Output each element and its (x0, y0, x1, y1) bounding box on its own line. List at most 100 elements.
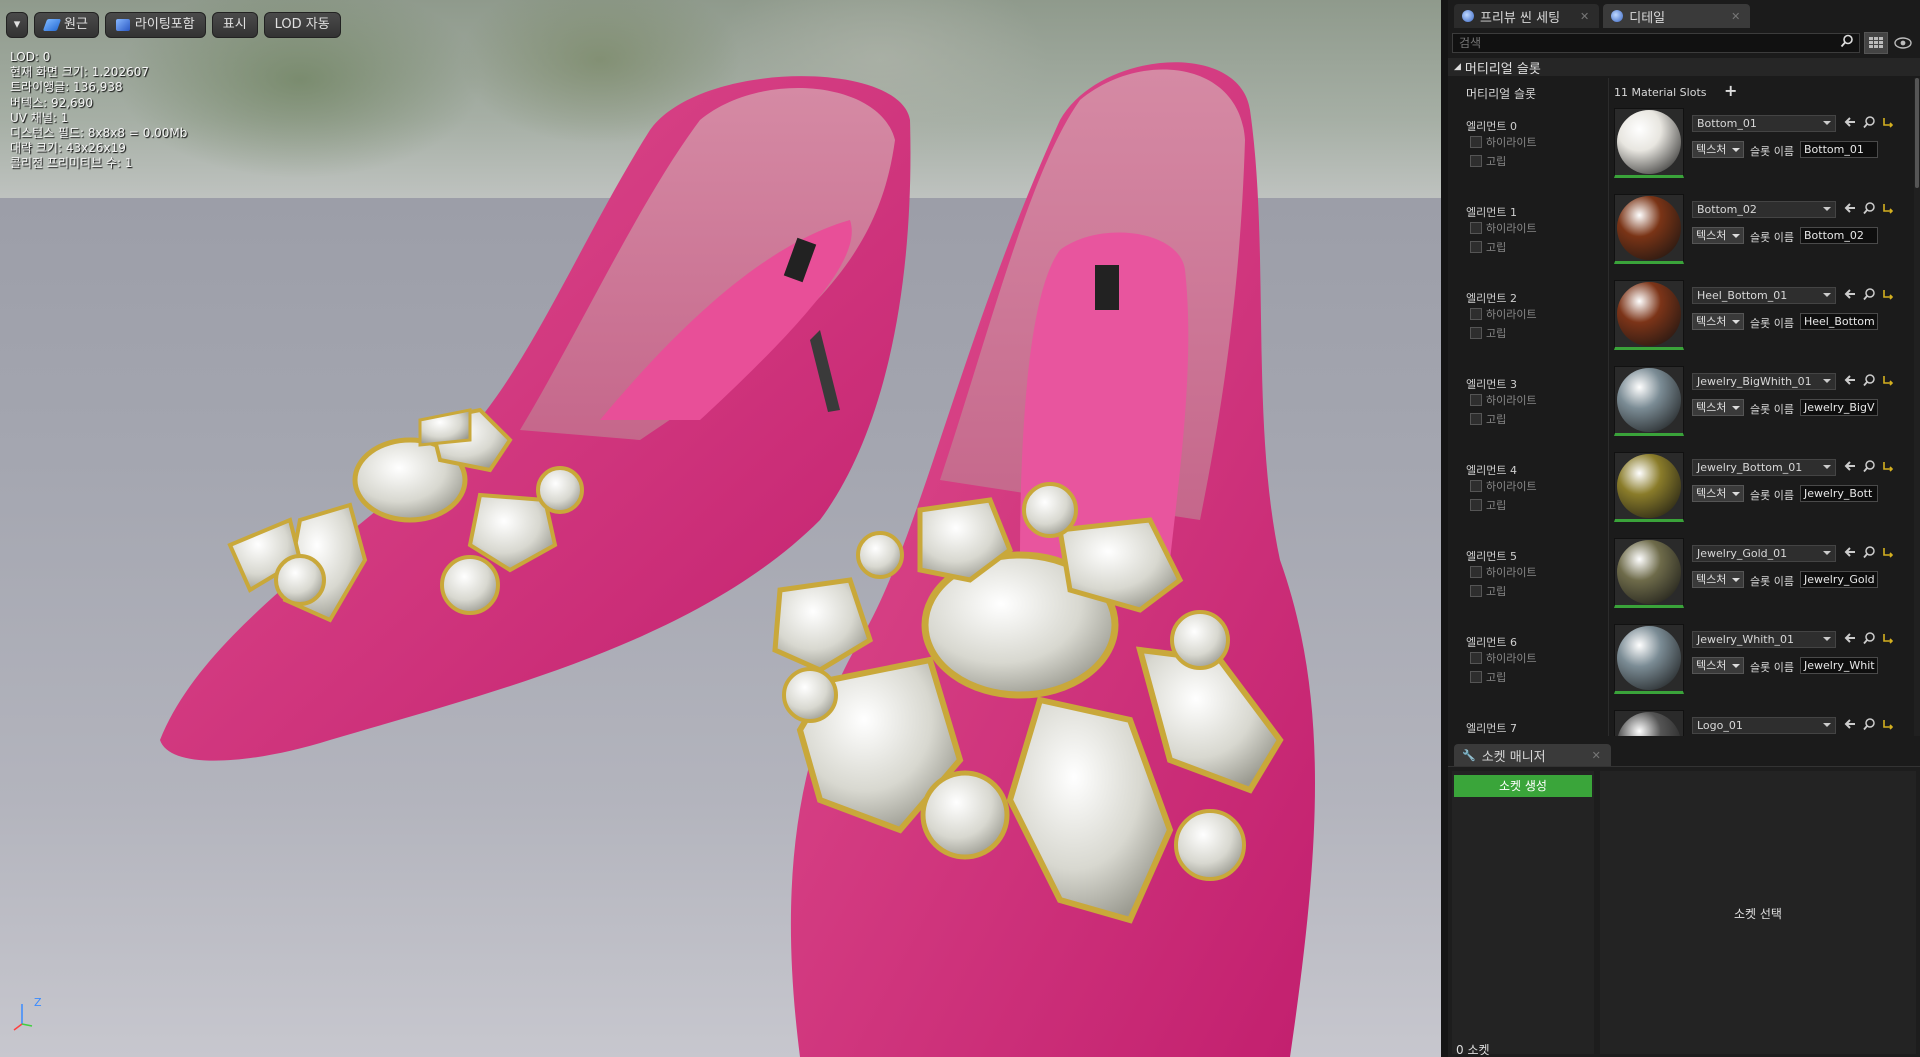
isolate-checkbox[interactable] (1470, 499, 1482, 511)
use-selected-icon[interactable] (1843, 545, 1857, 559)
highlight-checkbox[interactable] (1470, 222, 1482, 234)
material-thumbnail[interactable] (1614, 366, 1684, 436)
material-thumbnail[interactable] (1614, 624, 1684, 694)
reset-icon[interactable] (1881, 631, 1895, 645)
material-dropdown[interactable]: Jewelry_Whith_01 (1692, 631, 1836, 648)
add-slot-icon[interactable]: + (1724, 81, 1737, 100)
isolate-option: 고립 (1470, 411, 1506, 427)
tab-socket-manager[interactable]: 🔧 소켓 매니저 ✕ (1454, 744, 1611, 766)
material-slots-section-header[interactable]: ◢ 머티리얼 슬롯 (1448, 58, 1920, 77)
use-selected-icon[interactable] (1843, 717, 1857, 731)
material-dropdown[interactable]: Heel_Bottom_01 (1692, 287, 1836, 304)
material-thumbnail[interactable] (1614, 108, 1684, 178)
slot-name-field[interactable]: Jewelry_BigV (1800, 399, 1878, 416)
show-button[interactable]: 표시 (211, 12, 258, 38)
material-thumbnail[interactable] (1614, 538, 1684, 608)
slot-name-field[interactable]: Jewelry_Bott (1800, 485, 1878, 502)
use-selected-icon[interactable] (1843, 115, 1857, 129)
viewport-menu-button[interactable]: ▾ (6, 12, 28, 38)
element-name: 엘리먼트 5 (1466, 550, 1517, 563)
slot-name-field[interactable]: Bottom_02 (1800, 227, 1878, 244)
highlight-checkbox[interactable] (1470, 480, 1482, 492)
isolate-checkbox[interactable] (1470, 327, 1482, 339)
lighting-button[interactable]: 라이팅포함 (104, 12, 206, 38)
material-dropdown[interactable]: Bottom_01 (1692, 115, 1836, 132)
isolate-checkbox[interactable] (1470, 155, 1482, 167)
reset-icon[interactable] (1881, 201, 1895, 215)
isolate-checkbox[interactable] (1470, 671, 1482, 683)
lit-icon (115, 19, 130, 31)
material-element: 엘리먼트 3 하이라이트 고립 Jewelry_BigWhith_01 텍스처 슬롯 이름… (1448, 366, 1920, 452)
stat-line: 버텍스: 92,690 (10, 95, 93, 110)
use-selected-icon[interactable] (1843, 201, 1857, 215)
close-icon[interactable]: ✕ (1731, 10, 1740, 23)
tab-label: 프리뷰 씬 세팅 (1480, 10, 1561, 26)
viewport[interactable]: ▾ 원근 라이팅포함 표시 LOD 자동 LOD: 0 현재 화면 크기: 1.… (0, 0, 1441, 1057)
texture-dropdown[interactable]: 텍스처 (1692, 399, 1744, 416)
search-input[interactable] (1452, 33, 1860, 53)
use-selected-icon[interactable] (1843, 459, 1857, 473)
use-selected-icon[interactable] (1843, 631, 1857, 645)
highlight-checkbox[interactable] (1470, 652, 1482, 664)
details-icon (1611, 10, 1624, 22)
reset-icon[interactable] (1881, 545, 1895, 559)
material-thumbnail[interactable] (1614, 280, 1684, 350)
property-matrix-button[interactable] (1864, 32, 1888, 54)
lod-button[interactable]: LOD 자동 (263, 12, 341, 38)
texture-dropdown[interactable]: 텍스처 (1692, 485, 1744, 502)
browse-icon[interactable] (1862, 115, 1876, 129)
perspective-button[interactable]: 원근 (34, 12, 99, 38)
browse-icon[interactable] (1862, 201, 1876, 215)
browse-icon[interactable] (1862, 631, 1876, 645)
material-thumbnail[interactable] (1614, 194, 1684, 264)
material-dropdown[interactable]: Logo_01 (1692, 717, 1836, 734)
texture-dropdown[interactable]: 텍스처 (1692, 141, 1744, 158)
texture-dropdown[interactable]: 텍스처 (1692, 571, 1744, 588)
isolate-checkbox[interactable] (1470, 241, 1482, 253)
slot-name-field[interactable]: Bottom_01 (1800, 141, 1878, 158)
highlight-checkbox[interactable] (1470, 136, 1482, 148)
material-thumbnail[interactable] (1614, 452, 1684, 522)
texture-dropdown[interactable]: 텍스처 (1692, 657, 1744, 674)
browse-icon[interactable] (1862, 545, 1876, 559)
reset-icon[interactable] (1881, 287, 1895, 301)
reset-icon[interactable] (1881, 717, 1895, 731)
reset-icon[interactable] (1881, 459, 1895, 473)
use-selected-icon[interactable] (1843, 373, 1857, 387)
highlight-checkbox[interactable] (1470, 308, 1482, 320)
material-dropdown[interactable]: Jewelry_Bottom_01 (1692, 459, 1836, 476)
close-icon[interactable]: ✕ (1592, 749, 1601, 762)
element-name: 엘리먼트 6 (1466, 636, 1517, 649)
material-dropdown[interactable]: Bottom_02 (1692, 201, 1836, 218)
stat-line: 현재 화면 크기: 1.202607 (10, 65, 149, 80)
isolate-checkbox[interactable] (1470, 413, 1482, 425)
texture-dropdown[interactable]: 텍스처 (1692, 313, 1744, 330)
slot-name-field[interactable]: Heel_Bottom (1800, 313, 1878, 330)
list-scrollbar[interactable] (1914, 78, 1920, 736)
slot-name-field[interactable]: Jewelry_Gold (1800, 571, 1878, 588)
tab-preview-scene-settings[interactable]: 프리뷰 씬 세팅 ✕ (1454, 4, 1600, 28)
material-dropdown[interactable]: Jewelry_BigWhith_01 (1692, 373, 1836, 390)
scrollbar-thumb[interactable] (1915, 78, 1919, 188)
view-options-button[interactable] (1892, 32, 1914, 54)
highlight-option: 하이라이트 (1470, 478, 1537, 494)
isolate-checkbox[interactable] (1470, 585, 1482, 597)
material-thumbnail[interactable] (1614, 710, 1684, 736)
close-icon[interactable]: ✕ (1580, 10, 1589, 23)
reset-icon[interactable] (1881, 115, 1895, 129)
material-element: 엘리먼트 1 하이라이트 고립 Bottom_02 텍스처 슬롯 이름 Bottom_02 (1448, 194, 1920, 280)
texture-dropdown[interactable]: 텍스처 (1692, 227, 1744, 244)
browse-icon[interactable] (1862, 373, 1876, 387)
browse-icon[interactable] (1862, 717, 1876, 731)
highlight-checkbox[interactable] (1470, 566, 1482, 578)
create-socket-button[interactable]: 소켓 생성 (1454, 775, 1592, 797)
use-selected-icon[interactable] (1843, 287, 1857, 301)
tab-details[interactable]: 디테일 ✕ (1603, 4, 1751, 28)
highlight-checkbox[interactable] (1470, 394, 1482, 406)
material-sphere (1617, 712, 1681, 736)
slot-name-field[interactable]: Jewelry_Whit (1800, 657, 1878, 674)
material-dropdown[interactable]: Jewelry_Gold_01 (1692, 545, 1836, 562)
browse-icon[interactable] (1862, 459, 1876, 473)
browse-icon[interactable] (1862, 287, 1876, 301)
reset-icon[interactable] (1881, 373, 1895, 387)
